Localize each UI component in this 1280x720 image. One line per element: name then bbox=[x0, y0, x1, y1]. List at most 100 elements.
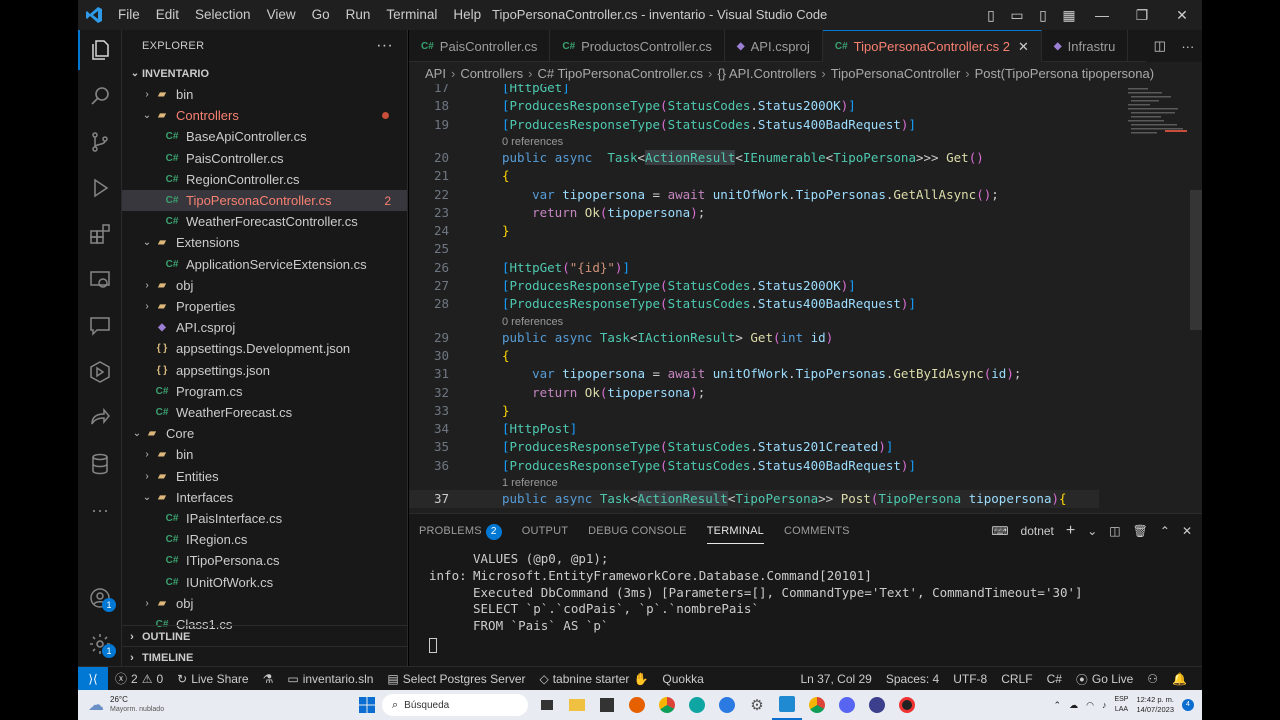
remote-explorer-icon[interactable] bbox=[78, 260, 122, 300]
tree-file[interactable]: { } appsettings.Development.json bbox=[122, 338, 407, 359]
indentation[interactable]: Spaces: 4 bbox=[879, 672, 946, 686]
toggle-secondary-sidebar-icon[interactable]: ▯ bbox=[1030, 7, 1056, 24]
editor-tab[interactable]: ◆ API.csproj bbox=[725, 30, 823, 62]
tree-folder[interactable]: ⌄ ▰ Interfaces bbox=[122, 487, 407, 508]
new-terminal-icon[interactable]: + bbox=[1066, 522, 1075, 540]
tree-file[interactable]: C# IPaisInterface.cs bbox=[122, 508, 407, 529]
tree-file[interactable]: C# TipoPersonaController.cs 2 bbox=[122, 190, 407, 211]
toggle-sidebar-icon[interactable]: ▯ bbox=[978, 7, 1004, 24]
browser-icon[interactable] bbox=[712, 690, 742, 720]
codelens-references[interactable]: 0 references bbox=[502, 136, 563, 148]
toggle-panel-icon[interactable]: ▭ bbox=[1004, 7, 1030, 24]
chevron-up-icon[interactable]: ⌃ bbox=[1054, 700, 1062, 711]
restore-button[interactable]: ❐ bbox=[1122, 7, 1162, 24]
extensions-icon[interactable] bbox=[78, 214, 122, 254]
editor-tab[interactable]: C# TipoPersonaController.cs 2 ✕ bbox=[822, 30, 1042, 62]
outline-section[interactable]: › OUTLINE bbox=[122, 625, 407, 647]
chrome-profile-icon[interactable] bbox=[802, 690, 832, 720]
breadcrumb-item[interactable]: Controllers bbox=[460, 66, 523, 81]
terminal-cursor[interactable] bbox=[429, 638, 437, 653]
breadcrumb-item[interactable]: API bbox=[425, 66, 446, 81]
flask-status[interactable]: ⚗ bbox=[256, 672, 281, 686]
volume-icon[interactable]: ♪ bbox=[1102, 700, 1107, 710]
editor-tab[interactable]: ◆ Infrastru bbox=[1042, 30, 1129, 62]
recorder-icon[interactable] bbox=[892, 690, 922, 720]
clock[interactable]: 12:42 p. m. 14/07/2023 bbox=[1136, 695, 1174, 715]
close-tab-icon[interactable]: ✕ bbox=[1018, 39, 1029, 55]
close-panel-icon[interactable]: ✕ bbox=[1182, 524, 1192, 538]
more-actions-icon[interactable]: ··· bbox=[1181, 39, 1194, 54]
edge-icon[interactable] bbox=[682, 690, 712, 720]
tree-file[interactable]: C# RegionController.cs bbox=[122, 169, 407, 190]
cloud-sync-icon[interactable]: ☁ bbox=[1069, 700, 1078, 711]
account-icon[interactable]: 1 bbox=[78, 578, 122, 618]
panel-tab[interactable]: PROBLEMS 2 bbox=[409, 514, 512, 548]
go-live-status[interactable]: ⦿ Go Live bbox=[1069, 671, 1140, 688]
problems-status[interactable]: ⓧ 2 ⚠ 0 bbox=[108, 670, 170, 687]
customize-layout-icon[interactable]: ▦ bbox=[1056, 7, 1082, 24]
tree-file[interactable]: ◆ API.csproj bbox=[122, 317, 407, 338]
tabnine-status[interactable]: ◇ tabnine starter ✋ bbox=[532, 672, 655, 686]
live-share-chat-icon[interactable] bbox=[78, 306, 122, 346]
tree-file[interactable]: C# ITipoPersona.cs bbox=[122, 550, 407, 571]
tree-file[interactable]: C# Program.cs bbox=[122, 381, 407, 402]
tree-file[interactable]: C# BaseApiController.cs bbox=[122, 126, 407, 147]
language-mode[interactable]: C# bbox=[1040, 672, 1069, 686]
chrome-icon[interactable] bbox=[652, 690, 682, 720]
live-share-icon[interactable] bbox=[78, 398, 122, 438]
notifications-bell-icon[interactable]: 🔔 bbox=[1165, 672, 1194, 686]
end-of-line[interactable]: CRLF bbox=[994, 672, 1039, 686]
editor-tab[interactable]: C# ProductosController.cs bbox=[550, 30, 725, 62]
settings-app-icon[interactable]: ⚙ bbox=[742, 690, 772, 720]
tree-folder[interactable]: › ▰ bin bbox=[122, 444, 407, 465]
store-icon[interactable] bbox=[592, 690, 622, 720]
tree-folder[interactable]: › ▰ Properties bbox=[122, 296, 407, 317]
postgres-status[interactable]: ▤ Select Postgres Server bbox=[380, 672, 532, 686]
tree-file[interactable]: C# IRegion.cs bbox=[122, 529, 407, 550]
trash-icon[interactable]: 🗑 bbox=[1133, 524, 1148, 538]
taskbar-search[interactable]: ⌕ Búsqueda bbox=[382, 694, 528, 716]
menu-item[interactable]: Help bbox=[445, 0, 489, 30]
task-view-icon[interactable] bbox=[532, 690, 562, 720]
docker-icon[interactable] bbox=[78, 352, 122, 392]
tree-folder[interactable]: › ▰ bin bbox=[122, 84, 407, 105]
tree-file[interactable]: { } appsettings.json bbox=[122, 360, 407, 381]
language-indicator[interactable]: ESP LAA bbox=[1114, 695, 1128, 715]
code-editor[interactable]: 17 [HttpGet] 18 [ProducesResponseType(Statu… bbox=[409, 84, 1202, 513]
explorer-icon[interactable] bbox=[78, 30, 122, 70]
menu-item[interactable]: View bbox=[259, 0, 304, 30]
database-icon[interactable] bbox=[78, 444, 122, 484]
discord-icon[interactable] bbox=[832, 690, 862, 720]
tree-file[interactable]: C# PaisController.cs bbox=[122, 148, 407, 169]
app-icon[interactable] bbox=[862, 690, 892, 720]
minimize-button[interactable]: — bbox=[1082, 7, 1122, 23]
panel-tab[interactable]: TERMINAL bbox=[697, 514, 774, 548]
maximize-panel-icon[interactable]: ⌃ bbox=[1160, 524, 1170, 538]
source-control-icon[interactable] bbox=[78, 122, 122, 162]
weather-widget[interactable]: ☁ 26°C Mayorm. nublado bbox=[78, 695, 198, 715]
menu-item[interactable]: Edit bbox=[148, 0, 187, 30]
panel-tab[interactable]: DEBUG CONSOLE bbox=[578, 514, 697, 548]
tree-folder[interactable]: ⌄ ▰ Controllers bbox=[122, 105, 407, 126]
tree-file[interactable]: C# WeatherForecastController.cs bbox=[122, 211, 407, 232]
firefox-icon[interactable] bbox=[622, 690, 652, 720]
breadcrumb-item[interactable]: Post(TipoPersona tipopersona) bbox=[975, 66, 1154, 81]
tree-folder[interactable]: › ▰ obj bbox=[122, 275, 407, 296]
tree-folder[interactable]: ⌄ ▰ Core bbox=[122, 423, 407, 444]
settings-gear-icon[interactable]: 1 bbox=[78, 624, 122, 664]
menu-item[interactable]: Selection bbox=[187, 0, 259, 30]
vscode-taskbar-icon[interactable] bbox=[772, 690, 802, 720]
quokka-status[interactable]: Quokka bbox=[655, 672, 710, 686]
panel-tab[interactable]: OUTPUT bbox=[512, 514, 578, 548]
live-share-status[interactable]: ↻ Live Share bbox=[170, 672, 255, 686]
tree-folder[interactable]: ⌄ ▰ Extensions bbox=[122, 232, 407, 253]
notification-badge[interactable]: 4 bbox=[1182, 699, 1194, 711]
tree-folder[interactable]: › ▰ Entities bbox=[122, 466, 407, 487]
solution-status[interactable]: ▭ inventario.sln bbox=[280, 672, 380, 686]
network-icon[interactable]: ◠ bbox=[1086, 700, 1094, 711]
editor-scrollbar[interactable] bbox=[1190, 190, 1202, 330]
codelens-references[interactable]: 1 reference bbox=[502, 477, 558, 489]
windows-start-icon[interactable] bbox=[352, 690, 382, 720]
breadcrumb-item[interactable]: C# TipoPersonaController.cs bbox=[538, 66, 703, 81]
breadcrumb-item[interactable]: TipoPersonaController bbox=[831, 66, 961, 81]
